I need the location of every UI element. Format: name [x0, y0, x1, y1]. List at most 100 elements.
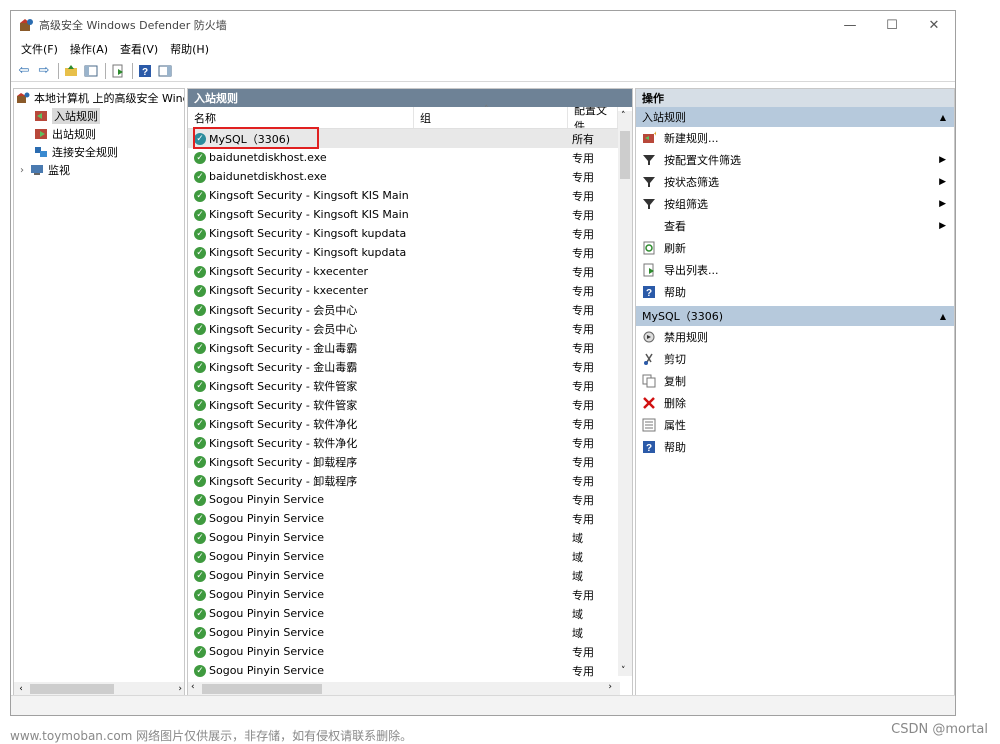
rule-row[interactable]: ✓ Sogou Pinyin Service 专用 — [188, 509, 618, 528]
rule-enabled-check-icon: ✓ — [194, 227, 206, 240]
watermark-right: CSDN @mortal — [891, 722, 988, 737]
rule-row[interactable]: ✓ Kingsoft Security - 金山毒霸 专用 — [188, 338, 618, 357]
action-item[interactable]: 禁用规则 — [636, 326, 954, 348]
column-group[interactable]: 组 — [414, 107, 568, 128]
rule-row[interactable]: ✓ Kingsoft Security - 会员中心 专用 — [188, 319, 618, 338]
title-bar[interactable]: 高级安全 Windows Defender 防火墙 — ☐ ✕ — [11, 11, 955, 39]
rule-row[interactable]: ✓ Sogou Pinyin Service 专用 — [188, 490, 618, 509]
column-profile[interactable]: 配置文件 — [568, 107, 618, 128]
toolbar-separator — [132, 62, 133, 79]
scroll-right-icon[interactable]: › — [178, 684, 182, 694]
collapse-caret-icon[interactable]: ▲ — [940, 113, 946, 122]
rule-row[interactable]: ✓ Kingsoft Security - 卸载程序 专用 — [188, 471, 618, 490]
export-icon[interactable] — [109, 62, 127, 80]
scroll-left-icon[interactable]: ‹ — [14, 684, 28, 694]
scroll-left-icon[interactable]: ‹ — [191, 682, 195, 692]
scroll-down-icon[interactable]: ˅ — [621, 666, 626, 676]
scrollbar-thumb[interactable] — [30, 684, 114, 694]
rule-name: Sogou Pinyin Service — [209, 531, 325, 544]
rule-row[interactable]: ✓ Sogou Pinyin Service 专用 — [188, 661, 618, 680]
minimize-button[interactable]: — — [829, 11, 871, 39]
menu-file[interactable]: 文件(F) — [15, 41, 64, 57]
rule-row[interactable]: ✓ baidunetdiskhost.exe 专用 — [188, 167, 618, 186]
actions-section-inbound[interactable]: 入站规则 ▲ — [636, 107, 954, 127]
tree-horizontal-scrollbar[interactable]: ‹ › — [14, 682, 184, 696]
rules-vertical-scrollbar[interactable]: ˄ ˅ — [618, 111, 632, 676]
rule-row[interactable]: ✓ Sogou Pinyin Service 域 — [188, 528, 618, 547]
scroll-right-icon[interactable]: › — [608, 682, 612, 692]
rule-name-cell: ✓ Kingsoft Security - Kingsoft KIS Main — [188, 189, 568, 202]
rule-enabled-check-icon: ✓ — [194, 170, 206, 183]
rule-row[interactable]: ✓ Sogou Pinyin Service 域 — [188, 623, 618, 642]
chevron-right-icon[interactable]: › — [20, 165, 30, 176]
rule-row[interactable]: ✓ Kingsoft Security - Kingsoft KIS Main 专用 — [188, 205, 618, 224]
rule-row[interactable]: ✓ Kingsoft Security - kxecenter 专用 — [188, 262, 618, 281]
tree-item-label: 出站规则 — [52, 128, 96, 141]
rule-row[interactable]: ✓ Sogou Pinyin Service 域 — [188, 566, 618, 585]
show-hide-tree-icon[interactable] — [82, 62, 100, 80]
scrollbar-thumb[interactable] — [620, 131, 630, 179]
action-item[interactable]: 删除 — [636, 392, 954, 414]
rules-horizontal-scrollbar[interactable]: ‹ › — [188, 682, 620, 696]
rule-name: Sogou Pinyin Service — [209, 588, 325, 601]
tree-item-outbound-rules[interactable]: 出站规则 — [14, 125, 184, 143]
rule-row[interactable]: ✓ Sogou Pinyin Service 专用 — [188, 585, 618, 604]
scroll-up-icon[interactable]: ˄ — [621, 111, 626, 121]
action-item[interactable]: 剪切 — [636, 348, 954, 370]
rule-row[interactable]: ✓ Sogou Pinyin Service 专用 — [188, 642, 618, 661]
collapse-caret-icon[interactable]: ▲ — [940, 312, 946, 321]
rule-row[interactable]: ✓ Kingsoft Security - 会员中心 专用 — [188, 300, 618, 319]
help-icon[interactable]: ? — [136, 62, 154, 80]
action-item[interactable]: 导出列表... — [636, 259, 954, 281]
forward-arrow-icon[interactable]: ⇨ — [35, 62, 53, 80]
rule-row[interactable]: ✓ Kingsoft Security - 卸载程序 专用 — [188, 452, 618, 471]
tree-root[interactable]: 本地计算机 上的高级安全 Wind — [14, 89, 184, 107]
rule-row[interactable]: ✓ Sogou Pinyin Service 域 — [188, 604, 618, 623]
rule-row[interactable]: ✓ Kingsoft Security - kxecenter 专用 — [188, 281, 618, 300]
menu-help[interactable]: 帮助(H) — [164, 41, 215, 57]
tree-item-monitoring[interactable]: › 监视 — [14, 161, 184, 179]
action-item[interactable]: 属性 — [636, 414, 954, 436]
action-item[interactable]: 按状态筛选 ▶ — [636, 171, 954, 193]
action-item[interactable]: 复制 — [636, 370, 954, 392]
close-button[interactable]: ✕ — [913, 11, 955, 39]
rule-row[interactable]: ✓ Kingsoft Security - 软件净化 专用 — [188, 414, 618, 433]
show-hide-action-pane-icon[interactable] — [156, 62, 174, 80]
rule-row[interactable]: ✓ Kingsoft Security - Kingsoft kupdata 专用 — [188, 243, 618, 262]
svg-text:?: ? — [142, 67, 148, 78]
rule-row[interactable]: ✓ Sogou Pinyin Service 域 — [188, 547, 618, 566]
rule-enabled-check-icon: ✓ — [194, 417, 206, 430]
tree-item-connection-security-rules[interactable]: 连接安全规则 — [14, 143, 184, 161]
rule-enabled-check-icon: ✓ — [194, 607, 206, 620]
up-folder-icon[interactable] — [62, 62, 80, 80]
menu-action[interactable]: 操作(A) — [64, 41, 114, 57]
action-item[interactable]: 按配置文件筛选 ▶ — [636, 149, 954, 171]
menu-view[interactable]: 查看(V) — [114, 41, 164, 57]
action-item[interactable]: ? 帮助 — [636, 281, 954, 303]
rule-row[interactable]: ✓ Kingsoft Security - Kingsoft KIS Main 专用 — [188, 186, 618, 205]
back-arrow-icon[interactable]: ⇦ — [15, 62, 33, 80]
export-icon — [642, 263, 656, 277]
rule-enabled-check-icon: ✓ — [194, 151, 206, 164]
tree-item-inbound-rules[interactable]: 入站规则 — [14, 107, 184, 125]
rule-row[interactable]: ✓ MySQL（3306) 所有 — [188, 127, 618, 149]
rule-row[interactable]: ✓ Kingsoft Security - 软件管家 专用 — [188, 376, 618, 395]
rule-row[interactable]: ✓ baidunetdiskhost.exe 专用 — [188, 148, 618, 167]
action-item[interactable]: ✦ 新建规则... — [636, 127, 954, 149]
action-item[interactable]: 查看 ▶ — [636, 215, 954, 237]
tree-root-label: 本地计算机 上的高级安全 Wind — [34, 92, 185, 105]
connection-security-icon — [34, 146, 48, 158]
rule-row[interactable]: ✓ Kingsoft Security - Kingsoft kupdata 专用 — [188, 224, 618, 243]
rule-row[interactable]: ✓ Kingsoft Security - 软件管家 专用 — [188, 395, 618, 414]
rule-row[interactable]: ✓ Kingsoft Security - 金山毒霸 专用 — [188, 357, 618, 376]
actions-section-selected-rule[interactable]: MySQL（3306) ▲ — [636, 306, 954, 326]
rule-row[interactable]: ✓ Kingsoft Security - 软件净化 专用 — [188, 433, 618, 452]
maximize-button[interactable]: ☐ — [871, 11, 913, 39]
column-name[interactable]: 名称 — [188, 107, 414, 128]
scrollbar-thumb[interactable] — [202, 684, 322, 694]
action-item[interactable]: ? 帮助 — [636, 436, 954, 458]
action-item[interactable]: 刷新 — [636, 237, 954, 259]
rule-profile: 专用 — [572, 322, 594, 336]
submenu-arrow-icon: ▶ — [939, 221, 946, 231]
action-item[interactable]: 按组筛选 ▶ — [636, 193, 954, 215]
